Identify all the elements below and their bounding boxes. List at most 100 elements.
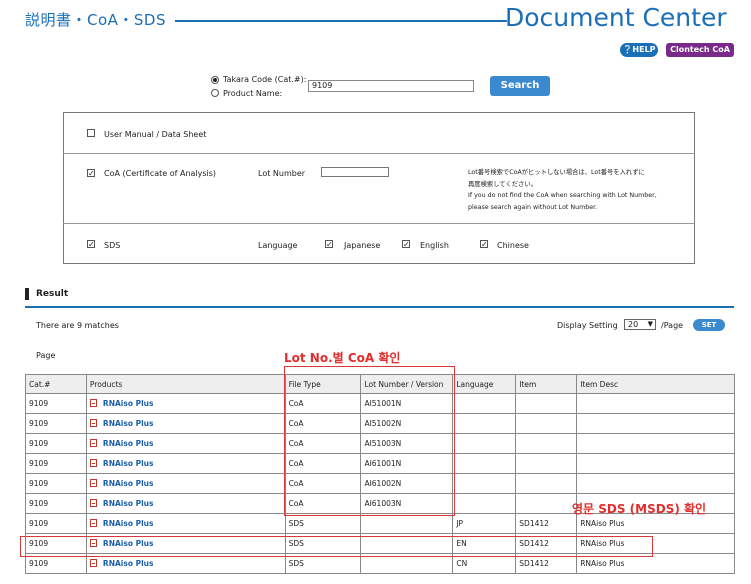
result-divider	[25, 306, 734, 308]
lot-note-line-3: If you do not find the CoA when searchin…	[468, 192, 657, 199]
help-label: HELP	[632, 45, 656, 54]
cell-item	[515, 433, 578, 454]
cell-language	[452, 453, 517, 474]
cell-file-type: SDS	[284, 513, 362, 534]
cell-item: SD1412	[515, 513, 578, 534]
cell-cat: 9109	[25, 513, 87, 534]
header-jp-title: 説明書・CoA・SDS	[25, 11, 167, 29]
sds-highlight-box	[20, 536, 653, 557]
lot-number-label: Lot Number	[258, 169, 306, 178]
cell-language	[452, 493, 517, 514]
result-marker	[25, 288, 29, 300]
cell-cat: 9109	[25, 433, 87, 454]
lot-note-line-2: 再度検索してください。	[468, 181, 537, 188]
cell-item	[515, 413, 578, 434]
product-link[interactable]: RNAiso Plus	[103, 559, 154, 568]
match-count: There are 9 matches	[36, 321, 119, 330]
cell-item-desc	[576, 433, 735, 454]
radio-product-name[interactable]	[211, 89, 219, 97]
lang-japanese-checkbox[interactable]: ✓	[325, 240, 333, 249]
cell-cat: 9109	[25, 413, 87, 434]
product-link[interactable]: RNAiso Plus	[103, 399, 154, 408]
cell-product[interactable]: RNAiso Plus	[85, 493, 286, 514]
cell-product[interactable]: RNAiso Plus	[85, 413, 286, 434]
options-divider	[63, 153, 695, 154]
product-link[interactable]: RNAiso Plus	[103, 419, 154, 428]
cell-cat: 9109	[25, 473, 87, 494]
cell-language	[452, 413, 517, 434]
col-header-cat: Cat.#	[25, 374, 87, 394]
options-divider	[63, 223, 695, 224]
pdf-icon	[89, 419, 97, 427]
display-setting-label: Display Setting	[557, 321, 618, 330]
cell-item	[515, 493, 578, 514]
lang-english-label: English	[420, 241, 449, 250]
product-link[interactable]: RNAiso Plus	[103, 519, 154, 528]
col-header-language: Language	[452, 374, 517, 394]
cell-item	[515, 453, 578, 474]
page-title: Document Center	[505, 3, 727, 32]
cell-language	[452, 473, 517, 494]
col-header-item: Item	[515, 374, 578, 394]
cell-cat: 9109	[25, 393, 87, 414]
lang-chinese-label: Chinese	[497, 241, 529, 250]
lang-chinese-checkbox[interactable]: ✓	[480, 240, 488, 249]
manual-checkbox[interactable]	[87, 129, 95, 137]
cell-language: JP	[452, 513, 517, 534]
cell-item	[515, 393, 578, 414]
col-header-item-desc: Item Desc	[576, 374, 735, 394]
search-button[interactable]: Search	[490, 76, 550, 96]
manual-label: User Manual / Data Sheet	[104, 130, 207, 139]
product-link[interactable]: RNAiso Plus	[103, 479, 154, 488]
sds-label: SDS	[104, 241, 121, 250]
sds-annotation-label: 영문 SDS (MSDS) 확인	[572, 502, 707, 516]
lang-japanese-label: Japanese	[344, 241, 381, 250]
cell-item-desc	[576, 473, 735, 494]
cell-product[interactable]: RNAiso Plus	[85, 473, 286, 494]
pdf-icon	[89, 479, 97, 487]
coa-label: CoA (Certificate of Analysis)	[104, 169, 217, 178]
product-link[interactable]: RNAiso Plus	[103, 499, 154, 508]
cell-language	[452, 433, 517, 454]
page-label: Page	[36, 351, 56, 360]
chevron-down-icon: ▼	[647, 320, 653, 328]
coa-checkbox[interactable]: ✓	[87, 169, 95, 178]
lot-note-line-1: Lot番号検索でCoAがヒットしない場合は、Lot番号を入れずに	[468, 169, 645, 176]
cell-cat: 9109	[25, 493, 87, 514]
clontech-coa-button[interactable]: Clontech CoA	[666, 43, 734, 57]
lot-number-input[interactable]	[321, 167, 389, 177]
lot-note-line-4: please search again without Lot Number.	[468, 204, 598, 211]
per-page-select[interactable]: 20 ▼	[624, 319, 656, 330]
result-title: Result	[36, 289, 69, 299]
cell-cat: 9109	[25, 453, 87, 474]
per-page-value: 20	[628, 320, 639, 329]
lang-english-checkbox[interactable]: ✓	[402, 240, 410, 249]
cell-product[interactable]: RNAiso Plus	[85, 453, 286, 474]
search-input[interactable]: 9109	[308, 80, 474, 92]
radio-takara-code[interactable]	[211, 76, 219, 84]
pdf-icon	[89, 499, 97, 507]
product-link[interactable]: RNAiso Plus	[103, 439, 154, 448]
cell-language	[452, 393, 517, 414]
language-label: Language	[258, 241, 298, 250]
pdf-icon	[89, 439, 97, 447]
cell-lot	[360, 513, 454, 534]
pdf-icon	[89, 559, 97, 567]
help-icon: ❔	[622, 45, 633, 54]
radio-takara-code-label: Takara Code (Cat.#):	[223, 75, 307, 84]
product-link[interactable]: RNAiso Plus	[103, 459, 154, 468]
pdf-icon	[89, 399, 97, 407]
cell-item-desc	[576, 413, 735, 434]
per-page-suffix: /Page	[661, 321, 684, 330]
cell-product[interactable]: RNAiso Plus	[85, 393, 286, 414]
cell-product[interactable]: RNAiso Plus	[85, 513, 286, 534]
radio-product-name-label: Product Name:	[223, 89, 283, 98]
cell-product[interactable]: RNAiso Plus	[85, 433, 286, 454]
help-button[interactable]: ❔HELP	[620, 43, 658, 57]
pdf-icon	[89, 519, 97, 527]
cell-item-desc	[576, 393, 735, 414]
sds-checkbox[interactable]: ✓	[87, 240, 95, 249]
cell-item-desc	[576, 453, 735, 474]
set-button[interactable]: SET	[693, 319, 725, 331]
pdf-icon	[89, 459, 97, 467]
